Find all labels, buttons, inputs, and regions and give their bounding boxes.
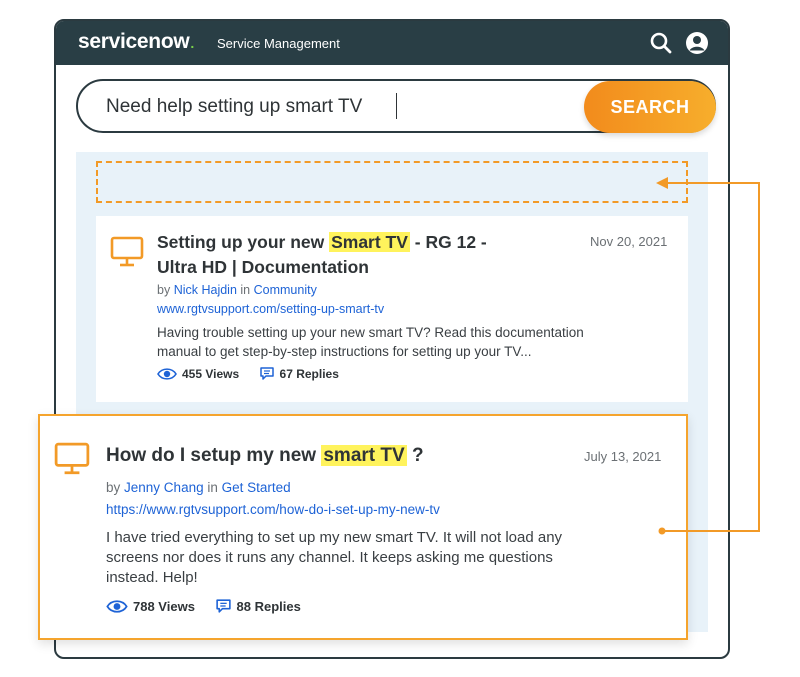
drag-connector-arrow: [656, 177, 760, 535]
